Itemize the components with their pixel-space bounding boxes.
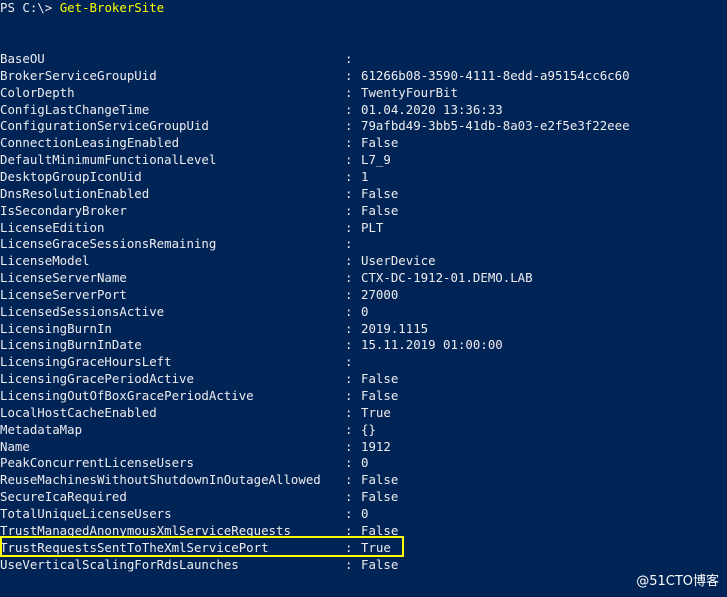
- property-value: 0: [361, 455, 369, 470]
- property-name: TrustRequestsSentToTheXmlServicePort: [0, 540, 269, 555]
- property-separator: :: [345, 455, 353, 470]
- property-separator: :: [345, 236, 353, 251]
- property-name: LicenseGraceSessionsRemaining: [0, 236, 217, 251]
- property-value: {}: [361, 422, 376, 437]
- property-value: TwentyFourBit: [361, 85, 458, 100]
- property-value: 1912: [361, 439, 391, 454]
- property-value: False: [361, 203, 399, 218]
- property-value: False: [361, 371, 399, 386]
- property-name: MetadataMap: [0, 422, 83, 437]
- property-value: 15.11.2019 01:00:00: [361, 337, 503, 352]
- property-value: PLT: [361, 220, 384, 235]
- property-separator: :: [345, 472, 353, 487]
- watermark: @51CTO博客: [636, 574, 719, 589]
- property-name: LicenseModel: [0, 253, 90, 268]
- property-name: TotalUniqueLicenseUsers: [0, 506, 172, 521]
- property-value: UserDevice: [361, 253, 436, 268]
- property-separator: :: [345, 118, 353, 133]
- property-name: TrustManagedAnonymousXmlServiceRequests: [0, 523, 291, 538]
- property-separator: :: [345, 405, 353, 420]
- property-name: LicenseEdition: [0, 220, 105, 235]
- property-separator: :: [345, 186, 353, 201]
- property-value: 2019.1115: [361, 321, 429, 336]
- property-separator: :: [345, 540, 353, 555]
- property-separator: :: [345, 304, 353, 319]
- property-value: L7_9: [361, 152, 391, 167]
- property-value: 1: [361, 169, 369, 184]
- property-name: LicensingBurnIn: [0, 321, 112, 336]
- property-value: 27000: [361, 287, 399, 302]
- property-separator: :: [345, 523, 353, 538]
- property-separator: :: [345, 506, 353, 521]
- property-name: ColorDepth: [0, 85, 75, 100]
- property-name: ConnectionLeasingEnabled: [0, 135, 180, 150]
- property-value: False: [361, 557, 399, 572]
- property-separator: :: [345, 439, 353, 454]
- property-value: 0: [361, 506, 369, 521]
- property-value: True: [361, 405, 391, 420]
- property-name: DesktopGroupIconUid: [0, 169, 142, 184]
- property-separator: :: [345, 557, 353, 572]
- prompt-path: PS C:\>: [0, 0, 60, 15]
- property-separator: :: [345, 102, 353, 117]
- property-value: False: [361, 186, 399, 201]
- property-name: DnsResolutionEnabled: [0, 186, 150, 201]
- property-name: LicensingGraceHoursLeft: [0, 354, 172, 369]
- property-separator: :: [345, 489, 353, 504]
- property-name: ConfigurationServiceGroupUid: [0, 118, 209, 133]
- property-name: IsSecondaryBroker: [0, 203, 127, 218]
- property-name: BaseOU: [0, 51, 45, 66]
- property-separator: :: [345, 51, 353, 66]
- property-separator: :: [345, 321, 353, 336]
- property-name: LicensingGracePeriodActive: [0, 371, 194, 386]
- property-value: False: [361, 472, 399, 487]
- property-separator: :: [345, 287, 353, 302]
- property-separator: :: [345, 68, 353, 83]
- property-name: ReuseMachinesWithoutShutdownInOutageAllo…: [0, 472, 321, 487]
- property-separator: :: [345, 253, 353, 268]
- property-name: PeakConcurrentLicenseUsers: [0, 455, 194, 470]
- property-value: 79afbd49-3bb5-41db-8a03-e2f5e3f22eee: [361, 118, 630, 133]
- property-separator: :: [345, 85, 353, 100]
- property-name: Name: [0, 439, 30, 454]
- property-value: CTX-DC-1912-01.DEMO.LAB: [361, 270, 533, 285]
- property-value: False: [361, 388, 399, 403]
- property-separator: :: [345, 152, 353, 167]
- property-name: LicenseServerPort: [0, 287, 127, 302]
- property-separator: :: [345, 270, 353, 285]
- property-name: LicenseServerName: [0, 270, 127, 285]
- property-separator: :: [345, 354, 353, 369]
- property-name: DefaultMinimumFunctionalLevel: [0, 152, 217, 167]
- property-separator: :: [345, 169, 353, 184]
- property-separator: :: [345, 388, 353, 403]
- property-name: UseVerticalScalingForRdsLaunches: [0, 557, 239, 572]
- property-value: False: [361, 135, 399, 150]
- property-value: True: [361, 540, 391, 555]
- property-value: False: [361, 523, 399, 538]
- property-separator: :: [345, 220, 353, 235]
- property-name: LicensedSessionsActive: [0, 304, 165, 319]
- property-name: SecureIcaRequired: [0, 489, 127, 504]
- property-separator: :: [345, 203, 353, 218]
- property-separator: :: [345, 337, 353, 352]
- powershell-console[interactable]: PS C:\> Get-BrokerSite BaseOU: BrokerServ…: [0, 0, 727, 597]
- property-name: ConfigLastChangeTime: [0, 102, 150, 117]
- prompt-line: PS C:\> Get-BrokerSite: [0, 0, 164, 16]
- property-name: LicensingOutOfBoxGracePeriodActive: [0, 388, 254, 403]
- property-value: False: [361, 489, 399, 504]
- property-separator: :: [345, 371, 353, 386]
- property-value: 61266b08-3590-4111-8edd-a95154cc6c60: [361, 68, 630, 83]
- property-separator: :: [345, 135, 353, 150]
- property-separator: :: [345, 422, 353, 437]
- property-value: 01.04.2020 13:36:33: [361, 102, 503, 117]
- property-name: LicensingBurnInDate: [0, 337, 142, 352]
- property-name: LocalHostCacheEnabled: [0, 405, 157, 420]
- property-name: BrokerServiceGroupUid: [0, 68, 157, 83]
- property-value: 0: [361, 304, 369, 319]
- command-text: Get-BrokerSite: [59, 0, 165, 15]
